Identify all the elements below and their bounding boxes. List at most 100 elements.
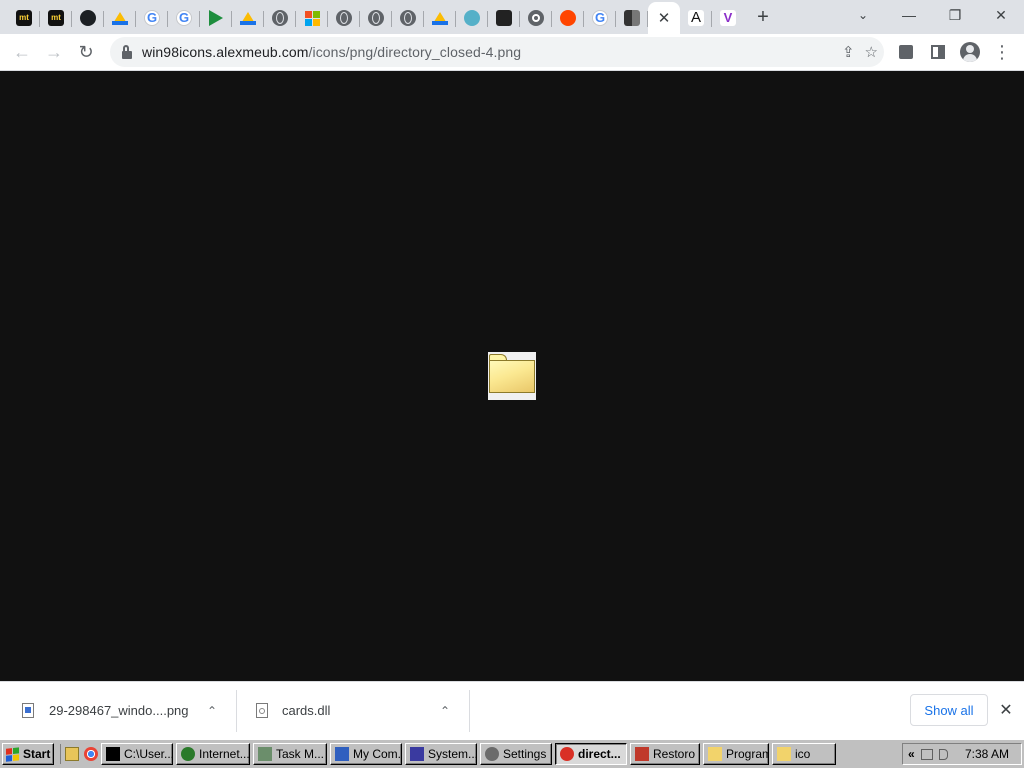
profile-button[interactable]	[954, 36, 986, 68]
kebab-menu-icon: ⋮	[993, 42, 1011, 62]
tab-drive-3[interactable]	[424, 2, 456, 34]
volume-icon[interactable]	[938, 748, 948, 760]
tab-reddit[interactable]	[552, 2, 584, 34]
divider	[469, 690, 470, 732]
library-icon	[496, 10, 512, 26]
explorer-icon[interactable]	[65, 747, 79, 761]
gear-icon	[485, 747, 499, 761]
tab-mt-2[interactable]: mt	[40, 2, 72, 34]
tab-github[interactable]	[72, 2, 104, 34]
google-drive-icon	[112, 11, 128, 25]
tab-play[interactable]	[200, 2, 232, 34]
bookmark-star-icon[interactable]: ☆	[865, 43, 878, 61]
side-panel-icon	[931, 45, 945, 59]
tab-vivaldi[interactable]: V	[712, 2, 744, 34]
url-path: /icons/png/directory_closed-4.png	[308, 44, 522, 60]
url-host: win98icons.alexmeub.com	[142, 44, 309, 60]
tab-google-2[interactable]: G	[168, 2, 200, 34]
globe-icon	[336, 10, 352, 26]
taskbar-button-label: direct...	[578, 747, 621, 761]
folder-icon	[708, 747, 722, 761]
taskbar-button[interactable]: Internet...	[176, 743, 250, 765]
tab-font-a[interactable]: A	[680, 2, 712, 34]
7zip-icon	[106, 747, 120, 761]
tab-close-icon[interactable]: ✕	[658, 9, 671, 27]
tab-search-button[interactable]: ⌄	[848, 0, 878, 30]
side-panel-button[interactable]	[922, 36, 954, 68]
folder-icon	[489, 360, 535, 393]
tab-globe-3[interactable]	[360, 2, 392, 34]
globe-icon	[400, 10, 416, 26]
share-icon[interactable]: ⇪	[842, 43, 855, 61]
clock[interactable]: 7:38 AM	[965, 747, 1009, 761]
shell-icon	[464, 10, 480, 26]
show-all-button[interactable]: Show all	[910, 694, 988, 726]
chrome-icon[interactable]	[84, 747, 98, 761]
tab-active-directory-closed[interactable]: ✕	[648, 2, 680, 34]
tab-chrome[interactable]	[520, 2, 552, 34]
v-icon: V	[720, 10, 736, 26]
tab-drive-1[interactable]	[104, 2, 136, 34]
tab-microsoft[interactable]	[296, 2, 328, 34]
computer-icon	[335, 747, 349, 761]
download-options-chevron[interactable]: ⌃	[440, 704, 450, 718]
download-options-chevron[interactable]: ⌃	[207, 704, 217, 718]
tab-shell[interactable]	[456, 2, 488, 34]
taskbar-button-label: C:\User...	[124, 747, 173, 761]
restoro-icon	[635, 747, 649, 761]
taskbar-button[interactable]: System...	[405, 743, 477, 765]
image-file-icon	[22, 703, 34, 718]
taskbar-button-label: Settings	[503, 747, 547, 761]
tab-globe-1[interactable]	[264, 2, 296, 34]
new-tab-button[interactable]: +	[748, 2, 778, 32]
taskbar-button[interactable]: Programs	[703, 743, 769, 765]
taskbar-button[interactable]: ico	[772, 743, 836, 765]
tab-google-3[interactable]: G	[584, 2, 616, 34]
dll-file-icon	[256, 703, 268, 718]
taskbar-button[interactable]: Restoro	[630, 743, 700, 765]
tab-library[interactable]	[488, 2, 520, 34]
folder-icon	[777, 747, 791, 761]
taskbar-button[interactable]: Task M...	[253, 743, 327, 765]
download-item[interactable]: cards.dll	[256, 682, 330, 739]
mt-icon: mt	[48, 10, 64, 26]
taskbar-button[interactable]: My Com...	[330, 743, 402, 765]
globe-icon	[181, 747, 195, 761]
letter-a-icon: A	[688, 10, 704, 26]
minimize-button[interactable]: —	[886, 0, 932, 30]
download-filename: 29-298467_windo....png	[49, 703, 189, 718]
forward-button[interactable]: →	[38, 36, 70, 68]
taskbar-button[interactable]: Settings	[480, 743, 552, 765]
tab-mixed[interactable]	[616, 2, 648, 34]
reload-button[interactable]: ↻	[70, 36, 102, 68]
start-button[interactable]: Start	[2, 743, 54, 765]
tab-globe-2[interactable]	[328, 2, 360, 34]
lock-icon[interactable]	[120, 45, 134, 59]
extensions-button[interactable]	[890, 36, 922, 68]
taskbar-button[interactable]: direct...	[555, 743, 627, 765]
taskbar: Start C:\User... Internet... Task M... My C…	[0, 739, 1024, 768]
address-bar[interactable]: win98icons.alexmeub.com/icons/png/direct…	[110, 37, 884, 67]
restore-button[interactable]: ❐	[932, 0, 978, 30]
url-text[interactable]: win98icons.alexmeub.com/icons/png/direct…	[142, 44, 521, 60]
taskbar-button-label: ico	[795, 747, 811, 761]
github-icon	[80, 10, 96, 26]
reddit-icon	[560, 10, 576, 26]
window-controls: — ❐ ✕	[886, 0, 1024, 30]
back-button[interactable]: ←	[6, 36, 38, 68]
window-close-button[interactable]: ✕	[978, 0, 1024, 30]
tab-globe-4[interactable]	[392, 2, 424, 34]
menu-button[interactable]: ⋮	[986, 36, 1018, 68]
play-icon	[209, 10, 223, 26]
tray-expand-icon[interactable]: «	[908, 747, 915, 761]
tab-mt-1[interactable]: mt	[8, 2, 40, 34]
taskbar-button-label: System...	[428, 747, 477, 761]
network-icon[interactable]	[920, 748, 933, 760]
taskbar-button[interactable]: C:\User...	[101, 743, 173, 765]
directory-closed-image	[488, 352, 536, 400]
download-item[interactable]: 29-298467_windo....png	[22, 682, 189, 739]
close-shelf-button[interactable]: ✕	[996, 698, 1016, 722]
tab-google-1[interactable]: G	[136, 2, 168, 34]
tab-drive-2[interactable]	[232, 2, 264, 34]
taskbar-button-label: My Com...	[353, 747, 401, 761]
